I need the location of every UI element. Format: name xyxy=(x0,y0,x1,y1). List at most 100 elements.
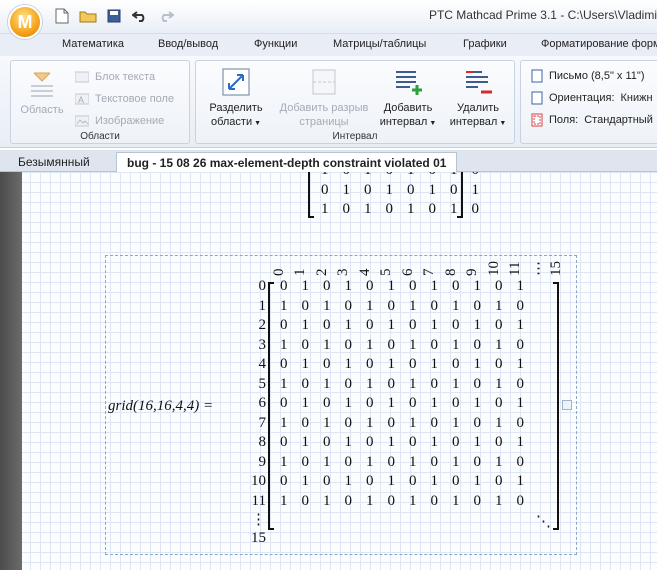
matrix-row: 010101010101 xyxy=(273,473,531,493)
add-interval-label-2: интервал xyxy=(379,116,428,128)
save-icon[interactable] xyxy=(104,7,124,25)
redo-icon[interactable] xyxy=(156,7,176,25)
tab-io[interactable]: Ввод/вывод xyxy=(158,38,218,50)
matrix-cell: 0 xyxy=(495,356,503,372)
doc-tab-untitled[interactable]: Безымянный xyxy=(8,152,100,172)
resize-handle[interactable] xyxy=(562,400,572,410)
column-header: 4 xyxy=(357,268,373,277)
split-regions-button[interactable]: Разделить области ▼ xyxy=(204,67,268,131)
remove-interval-button[interactable]: Удалить интервал ▼ xyxy=(446,67,510,131)
matrix-cell: 0 xyxy=(473,415,482,431)
matrix-cell: 0 xyxy=(409,278,417,294)
matrix-cell: 0 xyxy=(366,395,374,411)
worksheet[interactable]: 10101010 01010101 10101010 grid(16,16,4,… xyxy=(0,172,657,570)
margins-button[interactable]: Поля: Стандартный xyxy=(531,111,653,129)
remove-interval-icon xyxy=(463,67,493,97)
matrix-cell: 0 xyxy=(452,395,460,411)
tab-functions[interactable]: Функции xyxy=(254,38,297,50)
margins-icon xyxy=(531,113,543,127)
grid-expression[interactable]: grid(16,16,4,4) = xyxy=(108,398,213,415)
matrix-cell: 1 xyxy=(387,278,396,294)
svg-text:A: A xyxy=(78,95,84,105)
column-header: 2 xyxy=(314,268,330,277)
tab-matrices[interactable]: Матрицы/таблицы xyxy=(333,38,426,50)
remove-interval-label-1: Удалить xyxy=(457,102,499,114)
matrix-cell: 0 xyxy=(387,298,396,314)
matrix-cell: 1 xyxy=(473,434,482,450)
matrix-cell: 0 xyxy=(387,493,396,509)
new-file-icon[interactable] xyxy=(52,7,72,25)
doc-tab-bug[interactable]: bug - 15 08 26 max-element-depth constra… xyxy=(116,152,458,172)
chevron-down-icon: ▼ xyxy=(254,120,262,127)
worksheet-left-bar xyxy=(0,172,22,570)
text-field-button[interactable]: A Текстовое поле xyxy=(75,90,174,108)
tab-plots[interactable]: Графики xyxy=(463,38,507,50)
region-button[interactable]: Область xyxy=(19,69,65,117)
row-header: 8 xyxy=(258,434,267,450)
matrix-cell: 0 xyxy=(452,434,460,450)
column-header: 7 xyxy=(421,268,437,277)
matrix-cell: 1 xyxy=(516,434,525,450)
matrix-cell: 0 xyxy=(301,298,310,314)
matrix-cell: 1 xyxy=(344,278,353,294)
matrix-cell: 0 xyxy=(409,317,417,333)
quick-access-toolbar xyxy=(52,6,176,26)
matrix-cell: 1 xyxy=(280,493,288,509)
matrix-cell: 0 xyxy=(430,415,439,431)
matrix-cell: 0 xyxy=(516,493,525,509)
undo-icon[interactable] xyxy=(130,7,150,25)
regions-group-label: Области xyxy=(80,131,120,142)
margins-value: Стандартный xyxy=(584,114,653,126)
matrix-cell: 1 xyxy=(366,493,374,509)
matrix-cell: 0 xyxy=(280,278,288,294)
matrix-row: 101010101010 xyxy=(273,376,531,396)
add-interval-button[interactable]: Добавить интервал ▼ xyxy=(376,67,440,131)
matrix-cell: 0 xyxy=(473,337,482,353)
matrix-row: 101010101010 xyxy=(273,493,531,513)
matrix-cell: 0 xyxy=(409,395,417,411)
text-block-button[interactable]: Блок текста xyxy=(75,68,155,86)
column-header: 9 xyxy=(464,268,480,277)
open-folder-icon[interactable] xyxy=(78,7,98,25)
matrix-cell: 0 xyxy=(430,454,439,470)
matrix-cell: 0 xyxy=(473,454,482,470)
matrix-cell: 0 xyxy=(516,376,525,392)
matrix-cell: 0 xyxy=(495,317,503,333)
matrix-cell: 0 xyxy=(344,454,353,470)
matrix-cell: 1 xyxy=(430,317,439,333)
matrix-cell: 1 xyxy=(366,415,374,431)
row-header: 2 xyxy=(258,317,267,333)
diagonal-ellipsis: ⋱ xyxy=(536,514,551,530)
tab-formatting[interactable]: Форматирование форм xyxy=(541,38,657,50)
matrix-cell: 1 xyxy=(516,278,525,294)
title-bar: M PTC Mathcad Prime 3.1 - C:\Users\Vladi… xyxy=(0,0,657,39)
image-label: Изображение xyxy=(95,115,165,127)
matrix-row: 010101010101 xyxy=(273,395,531,415)
matrix-cell: 0 xyxy=(430,493,439,509)
row-header: 10 xyxy=(251,473,266,489)
app-logo[interactable]: M xyxy=(8,5,42,39)
row-header: 11 xyxy=(251,493,266,509)
column-header: 1 xyxy=(292,268,308,277)
image-button[interactable]: Изображение xyxy=(75,112,164,130)
matrix-cell: 0 xyxy=(344,493,353,509)
paper-size-button[interactable]: Письмо (8,5" x 11") xyxy=(531,67,644,85)
row-header: 7 xyxy=(258,415,267,431)
orientation-button[interactable]: Ориентация: Книжн xyxy=(531,89,653,107)
add-interval-label-1: Добавить xyxy=(383,102,433,114)
matrix-cell: 1 xyxy=(495,493,503,509)
matrix-cell: 1 xyxy=(495,337,503,353)
matrix-cell: 1 xyxy=(344,356,353,372)
interval-group: Разделить области ▼ Добавить разрыв стран… xyxy=(195,60,515,144)
tab-math[interactable]: Математика xyxy=(62,38,124,50)
matrix-cell: 1 xyxy=(452,454,460,470)
matrix-cell: 0 xyxy=(473,298,482,314)
matrix-cell: 1 xyxy=(516,395,525,411)
page-setup-group: Письмо (8,5" x 11") Ориентация: Книжн По… xyxy=(520,60,657,144)
matrix-cell: 1 xyxy=(301,356,310,372)
matrix-cell: 0 xyxy=(280,434,288,450)
add-page-break-button[interactable]: Добавить разрыв страницы xyxy=(276,67,372,129)
matrix-cell: 1 xyxy=(280,376,288,392)
matrix-cell: 1 xyxy=(366,337,374,353)
matrix-cell: 1 xyxy=(516,473,525,489)
